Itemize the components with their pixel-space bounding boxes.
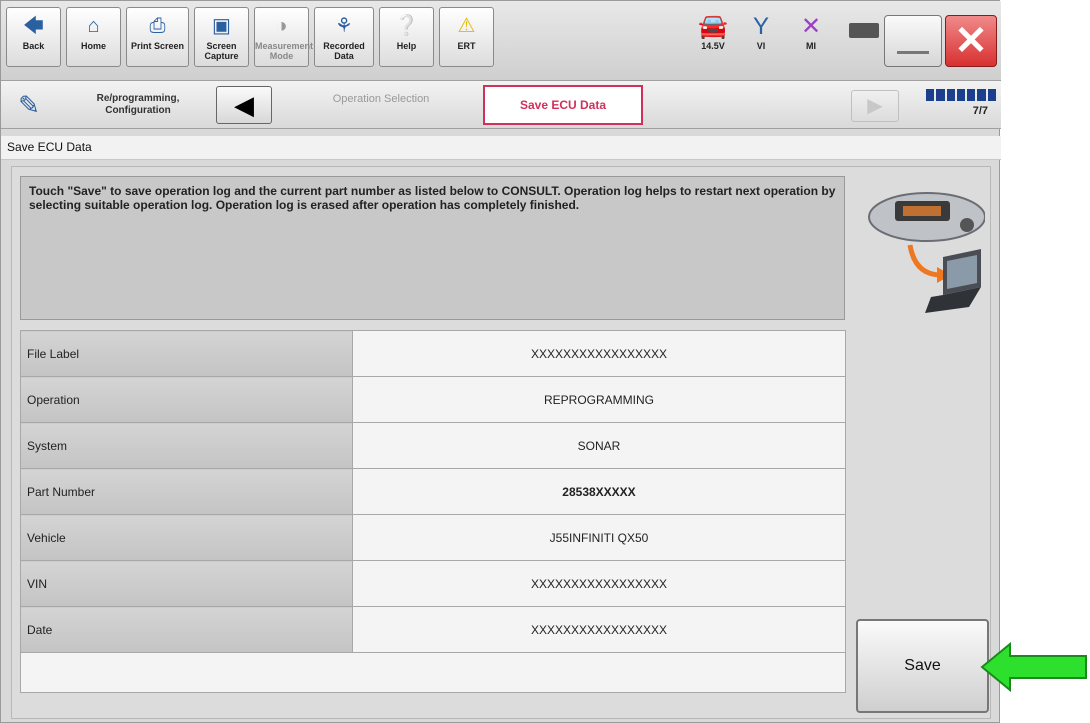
table-row-empty bbox=[20, 652, 846, 693]
gauge-icon: ◑ bbox=[275, 15, 288, 37]
breadcrumb: ✎ Re/programming, Configuration ◀ Operat… bbox=[1, 81, 1001, 129]
mi-disconnected-icon: ✕ bbox=[800, 13, 822, 40]
home-button[interactable]: ⌂ Home bbox=[66, 7, 121, 67]
row-value: J55INFINITI QX50 bbox=[352, 514, 846, 561]
reprogramming-icon: ✎ bbox=[18, 90, 40, 120]
top-toolbar: 🡄 Back ⌂ Home ⎙ Print Screen ▣ Screen Ca… bbox=[1, 1, 1001, 81]
printer-icon: ⎙ bbox=[149, 15, 166, 37]
table-row: VIN XXXXXXXXXXXXXXXXX bbox=[20, 560, 846, 607]
step-progress-bar bbox=[926, 89, 996, 101]
instruction-message: Touch "Save" to save operation log and t… bbox=[20, 176, 845, 320]
close-icon: ✕ bbox=[954, 19, 988, 63]
help-icon: ❔ bbox=[394, 15, 419, 37]
back-button[interactable]: 🡄 Back bbox=[6, 7, 61, 67]
camera-icon: ▣ bbox=[212, 15, 231, 37]
mi-status: ✕ MI bbox=[791, 13, 831, 51]
table-row: Date XXXXXXXXXXXXXXXXX bbox=[20, 606, 846, 653]
battery-icon bbox=[849, 23, 879, 38]
green-pointer-arrow-icon bbox=[980, 642, 1087, 692]
measurement-mode-button[interactable]: ◑ Measurement Mode bbox=[254, 7, 313, 67]
consult-window: 🡄 Back ⌂ Home ⎙ Print Screen ▣ Screen Ca… bbox=[0, 0, 1001, 723]
row-value: XXXXXXXXXXXXXXXXX bbox=[352, 606, 846, 653]
row-label: Operation bbox=[20, 376, 353, 423]
row-label: System bbox=[20, 422, 353, 469]
table-row: Operation REPROGRAMMING bbox=[20, 376, 846, 423]
recorded-data-icon: ⚘ bbox=[335, 15, 353, 37]
vi-connection-icon: Y bbox=[752, 13, 769, 40]
print-screen-button[interactable]: ⎙ Print Screen bbox=[126, 7, 189, 67]
table-row: File Label XXXXXXXXXXXXXXXXX bbox=[20, 330, 846, 377]
step-counter: 7/7 bbox=[972, 105, 988, 117]
table-row: System SONAR bbox=[20, 422, 846, 469]
row-value: XXXXXXXXXXXXXXXXX bbox=[352, 560, 846, 607]
screen-capture-button[interactable]: ▣ Screen Capture bbox=[194, 7, 249, 67]
row-label: Vehicle bbox=[20, 514, 353, 561]
row-label: File Label bbox=[20, 330, 353, 377]
breadcrumb-save-ecu-data: Save ECU Data bbox=[483, 85, 643, 125]
car-icon: 🚘 bbox=[698, 13, 728, 40]
ert-button[interactable]: ⚠ ERT bbox=[439, 7, 494, 67]
help-button[interactable]: ❔ Help bbox=[379, 7, 434, 67]
row-value: XXXXXXXXXXXXXXXXX bbox=[352, 330, 846, 377]
triangle-right-icon: ▶ bbox=[867, 95, 883, 117]
row-value: 28538XXXXX bbox=[352, 468, 846, 515]
battery-voltage-status: 🚘 14.5V bbox=[693, 13, 733, 51]
home-icon: ⌂ bbox=[87, 15, 100, 37]
page-title: Save ECU Data bbox=[1, 136, 1001, 160]
row-label: VIN bbox=[20, 560, 353, 607]
next-step-button[interactable]: ▶ bbox=[851, 90, 899, 122]
table-row: Part Number 28538XXXXX bbox=[20, 468, 846, 515]
mode-label: Re/programming, Configuration bbox=[96, 93, 180, 116]
back-arrow-icon: 🡄 bbox=[23, 15, 44, 37]
ecu-data-table: File Label XXXXXXXXXXXXXXXXX Operation R… bbox=[20, 330, 846, 693]
previous-step-button[interactable]: ◀ bbox=[216, 86, 272, 124]
table-row: Vehicle J55INFINITI QX50 bbox=[20, 514, 846, 561]
row-label: Date bbox=[20, 606, 353, 653]
row-value: REPROGRAMMING bbox=[352, 376, 846, 423]
vi-status: Y VI bbox=[741, 13, 781, 51]
close-button[interactable]: ✕ bbox=[945, 15, 997, 67]
warning-icon: ⚠ bbox=[457, 15, 476, 37]
minimize-button[interactable] bbox=[884, 15, 942, 67]
triangle-left-icon: ◀ bbox=[234, 90, 254, 120]
row-label: Part Number bbox=[20, 468, 353, 515]
row-value: SONAR bbox=[352, 422, 846, 469]
recorded-data-button[interactable]: ⚘ Recorded Data bbox=[314, 7, 374, 67]
main-content: Touch "Save" to save operation log and t… bbox=[11, 166, 991, 719]
breadcrumb-operation-selection[interactable]: Operation Selection bbox=[286, 93, 476, 105]
car-to-laptop-icon bbox=[868, 192, 985, 313]
save-button[interactable]: Save bbox=[856, 619, 989, 713]
